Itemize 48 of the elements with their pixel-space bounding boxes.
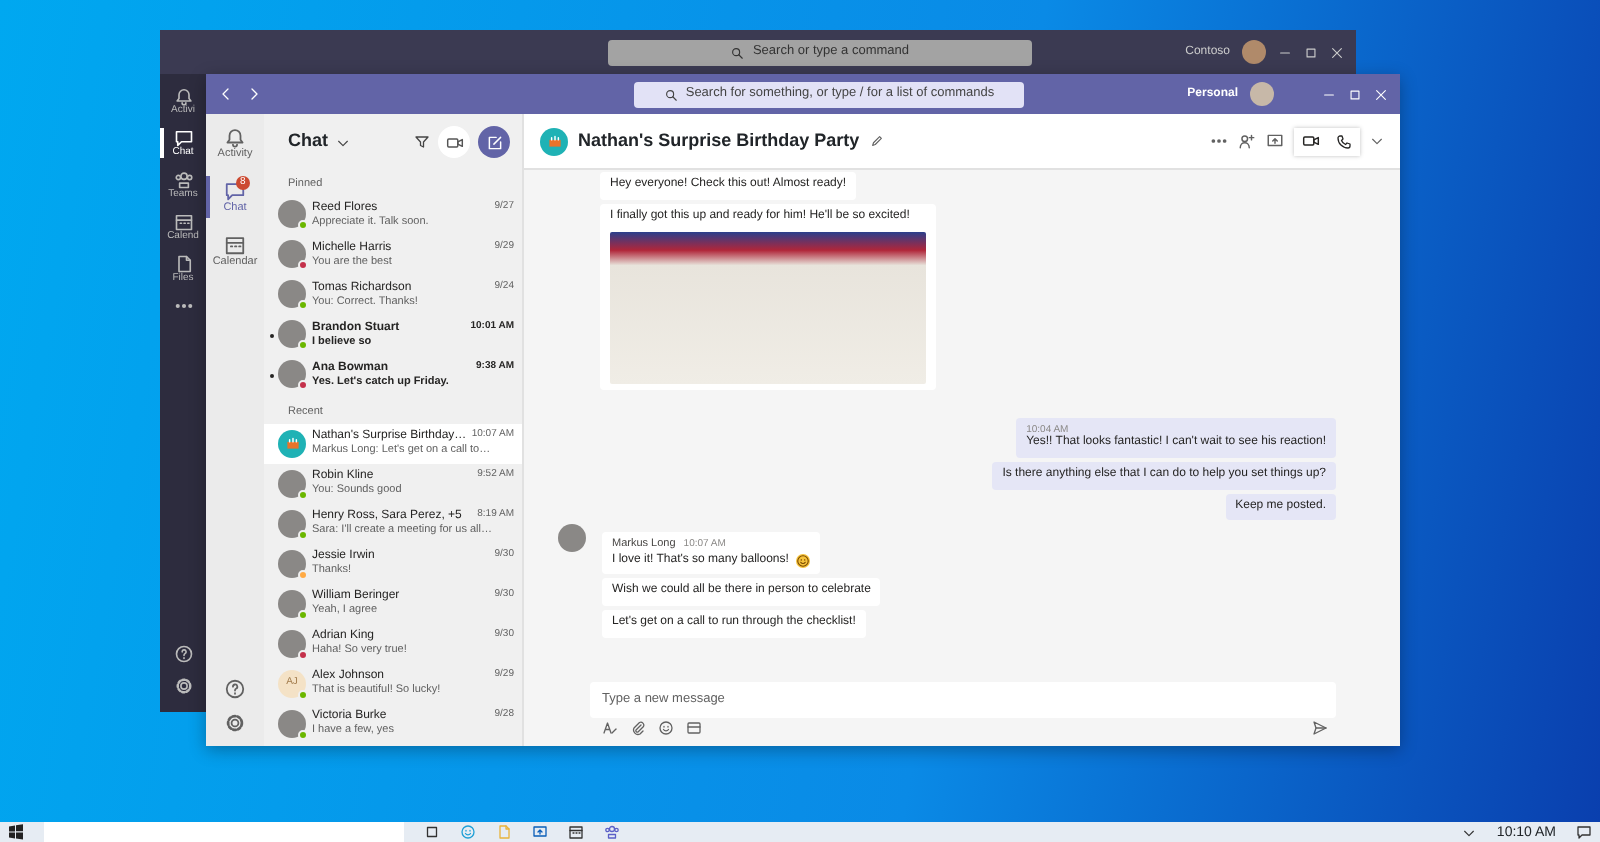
video-icon — [445, 133, 463, 151]
bell-icon — [173, 86, 193, 106]
help-icon[interactable] — [173, 644, 193, 664]
emoji-icon[interactable] — [658, 720, 674, 736]
video-call-button[interactable] — [438, 126, 470, 158]
chat-icon — [224, 180, 246, 203]
settings-icon[interactable] — [224, 712, 246, 734]
taskbar-search-field[interactable] — [44, 822, 404, 842]
settings-icon[interactable] — [173, 676, 193, 696]
send-icon[interactable] — [1312, 720, 1328, 736]
add-person-icon[interactable] — [1238, 132, 1256, 150]
people-icon[interactable] — [604, 824, 620, 840]
close-icon[interactable] — [1330, 45, 1344, 59]
format-icon[interactable] — [602, 720, 618, 736]
gif-icon[interactable] — [686, 720, 702, 736]
compose-icon — [485, 133, 503, 151]
back-icon[interactable] — [218, 86, 234, 102]
pencil-icon[interactable] — [869, 134, 884, 148]
filter-icon[interactable] — [414, 134, 430, 150]
conversation-title: Nathan's Surprise Birthday Party — [578, 127, 860, 154]
video-icon[interactable] — [1302, 132, 1320, 150]
chevron-down-icon[interactable] — [1370, 134, 1384, 148]
avatar — [558, 524, 586, 553]
chevron-up-icon[interactable] — [1462, 825, 1477, 839]
maximize-icon[interactable] — [1304, 45, 1318, 59]
people-icon — [173, 170, 193, 190]
calendar-icon — [173, 212, 193, 232]
notification-icon[interactable] — [1576, 824, 1592, 840]
task-view-icon[interactable] — [424, 824, 440, 840]
bell-icon — [224, 126, 246, 148]
file-icon — [173, 254, 193, 274]
search-icon — [730, 45, 745, 59]
search-icon — [663, 87, 678, 101]
chat-title[interactable]: Chat — [288, 128, 328, 156]
calendar-icon — [224, 234, 246, 257]
phone-icon[interactable] — [1336, 133, 1352, 149]
forward-icon[interactable] — [246, 86, 262, 102]
attach-icon[interactable] — [630, 720, 646, 736]
new-chat-button[interactable] — [478, 126, 510, 158]
chevron-down-icon[interactable] — [336, 135, 350, 149]
cake-icon — [283, 434, 301, 452]
avatar[interactable] — [1250, 82, 1274, 106]
avatar[interactable] — [1242, 40, 1266, 64]
cake-icon — [545, 132, 563, 150]
windows-logo-icon[interactable] — [8, 824, 24, 840]
help-icon[interactable] — [224, 678, 246, 700]
chat-icon — [173, 128, 193, 148]
share-screen-icon[interactable] — [1266, 132, 1284, 150]
